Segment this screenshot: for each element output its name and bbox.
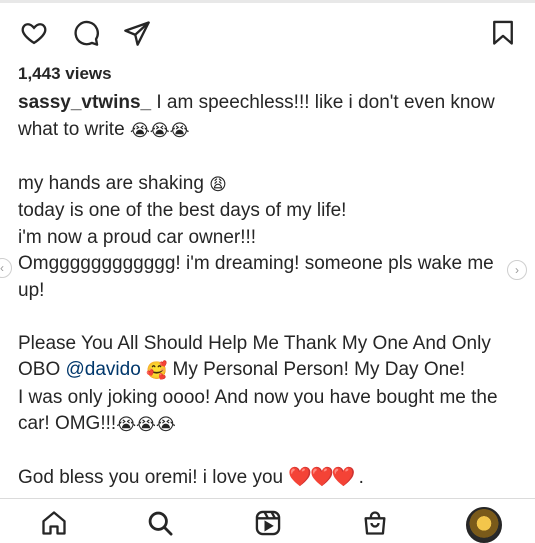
post-action-bar (0, 10, 535, 54)
caption-line: i'm now a proud car owner!!! (18, 226, 257, 248)
bottom-navigation (0, 498, 535, 543)
line-break (18, 439, 518, 466)
share-button[interactable] (122, 18, 152, 48)
smiling-hearts-emoji: 🥰 (146, 361, 168, 380)
caption-line: up! (18, 279, 45, 301)
chevron-left-icon: ‹ (0, 261, 4, 275)
caption-line: today is one of the best days of my life… (18, 200, 347, 221)
next-arrow[interactable]: › (507, 260, 527, 280)
username-link[interactable]: sassy_vtwins_ (18, 92, 151, 113)
heart-outline-icon (21, 23, 47, 45)
caption-line: my hands are shaking 😩 (18, 172, 227, 194)
crying-face-emoji: 😭😭😭 (116, 415, 176, 434)
search-icon (148, 511, 173, 536)
home-icon (42, 511, 66, 535)
chevron-right-icon: › (515, 263, 519, 277)
line-break (18, 304, 518, 331)
comment-button[interactable] (71, 18, 101, 48)
paper-plane-icon (124, 21, 150, 46)
caption-line: I was only joking oooo! And now you have… (18, 386, 498, 408)
line-break (18, 144, 518, 171)
caption-line: car! OMG!!!😭😭😭 (18, 413, 176, 434)
mention-link[interactable]: @davido (66, 359, 141, 380)
red-hearts-emoji: ❤️❤️❤️ (288, 467, 355, 488)
bookmark-icon (493, 20, 513, 45)
reels-icon (255, 510, 281, 536)
caption-line: Please You All Should Help Me Thank My O… (18, 332, 491, 354)
top-divider (0, 0, 535, 3)
caption-line: Omgggggggggggg! i'm dreaming! someone pl… (18, 253, 494, 274)
views-count[interactable]: 1,443 views (18, 64, 112, 84)
weary-face-emoji: 😩 (209, 174, 227, 194)
caption-line: sassy_vtwins_ I am speechless!!! like i … (18, 92, 495, 113)
crying-face-emoji: 😭😭😭 (129, 120, 190, 140)
save-button[interactable] (488, 18, 518, 48)
comment-bubble-icon (74, 20, 99, 46)
previous-arrow[interactable]: ‹ (0, 258, 12, 278)
profile-avatar[interactable] (466, 507, 502, 543)
caption-line: God bless you oremi! i love you ❤️❤️❤️ . (18, 467, 364, 488)
shopping-bag-icon (364, 511, 386, 535)
like-button[interactable] (19, 18, 49, 48)
caption-line: OBO @davido 🥰 My Personal Person! My Day… (18, 359, 466, 380)
post-caption: sassy_vtwins_ I am speechless!!! like i … (18, 90, 518, 492)
caption-line: what to write 😭😭😭 (18, 118, 190, 140)
